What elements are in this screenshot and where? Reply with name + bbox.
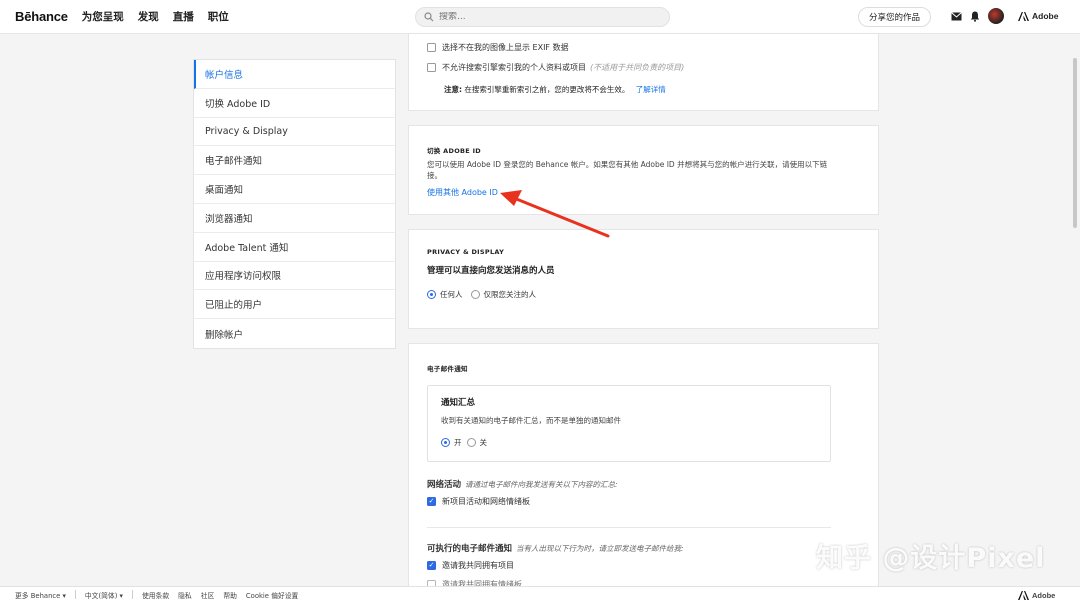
network-activity-option[interactable]: 新项目活动和网络情绪板 [427, 496, 530, 507]
top-navigation-bar: Bēhance 为您呈现 发现 直播 职位 分享您的作品 Adobe [0, 0, 1080, 34]
nav-livestream[interactable]: 直播 [173, 9, 194, 24]
account-privacy-card: 选择不在我的图像上显示 EXIF 数据 不允许搜索引擎索引我的个人资料或项目 (… [408, 33, 879, 111]
page-footer: 更多 Behance ▾ 中文(简体) ▾ 使用条款 隐私 社区 帮助 Cook… [0, 586, 1080, 602]
network-activity-hint: 请通过电子邮件向我发送有关以下内容的汇总: [465, 479, 618, 489]
switch-adobe-id-description: 您可以使用 Adobe ID 登录您的 Behance 帐户。如果您有其他 Ad… [427, 160, 828, 180]
network-activity-checkbox[interactable] [427, 497, 436, 506]
footer-help-link[interactable]: 帮助 [223, 590, 237, 600]
footer-cookie-link[interactable]: Cookie 偏好设置 [246, 590, 298, 600]
exif-option[interactable]: 选择不在我的图像上显示 EXIF 数据 [427, 42, 569, 53]
privacy-display-card: PRIVACY & DISPLAY 管理可以直接向您发送消息的人员 任何人 仅限… [408, 229, 879, 329]
digest-description: 收到有关通知的电子邮件汇总，而不是单独的通知邮件 [441, 416, 621, 425]
switch-adobe-id-title: 切换 ADOBE ID [427, 147, 481, 155]
adobe-label: Adobe [1032, 11, 1059, 21]
adobe-logo-icon [1018, 11, 1029, 21]
actionable-emails-row: 可执行的电子邮件通知 当有人出现以下行为时，请立即发送电子邮件给我: [427, 542, 684, 555]
sidebar-item-email-notifications[interactable]: 电子邮件通知 [194, 146, 395, 176]
radio-following-only[interactable] [470, 290, 480, 299]
sidebar-item-delete-account[interactable]: 删除帐户 [194, 319, 395, 348]
page-scrollbar[interactable] [1073, 58, 1077, 228]
sidebar-item-desktop-notifications[interactable]: 桌面通知 [194, 175, 395, 204]
zhihu-watermark: 知乎 @设计Pixel [816, 543, 1046, 574]
messaging-radio-group: 任何人 仅限您关注的人 [427, 289, 536, 300]
email-notifications-card: 电子邮件通知 通知汇总 收到有关通知的电子邮件汇总，而不是单独的通知邮件 开 关… [408, 343, 879, 593]
search-index-option[interactable]: 不允许搜索引擎索引我的个人资料或项目 (不适用于共同负责的项目) [427, 62, 684, 73]
sidebar-item-talent-notifications[interactable]: Adobe Talent 通知 [194, 233, 395, 262]
search-input[interactable] [439, 12, 639, 22]
sidebar-item-account-info[interactable]: 帐户信息 [194, 60, 395, 89]
behance-logo[interactable]: Bēhance [15, 9, 68, 24]
note-prefix: 注意: [444, 85, 462, 94]
note-text: 在搜索引擎重新索引之前，您的更改将不会生效。 [464, 85, 630, 94]
radio-anyone[interactable] [427, 290, 436, 299]
co-own-project-option[interactable]: 邀请我共同拥有项目 [427, 560, 514, 571]
adobe-link[interactable]: Adobe [1018, 11, 1058, 21]
radio-following-label: 仅限您关注的人 [483, 290, 537, 299]
actionable-emails-heading: 可执行的电子邮件通知 [427, 544, 513, 554]
sidebar-item-switch-adobe-id[interactable]: 切换 Adobe ID [194, 89, 395, 118]
digest-box: 通知汇总 收到有关通知的电子邮件汇总，而不是单独的通知邮件 开 关 [427, 385, 831, 462]
network-activity-heading: 网络活动 [427, 480, 462, 490]
nav-discover[interactable]: 发现 [138, 9, 159, 24]
footer-terms-link[interactable]: 使用条款 [142, 590, 169, 600]
search-index-hint: (不适用于共同负责的项目) [590, 63, 685, 72]
exif-checkbox[interactable] [427, 43, 436, 52]
use-other-adobe-id-link[interactable]: 使用其他 Adobe ID [427, 187, 498, 198]
adobe-footer-logo-icon [1018, 591, 1029, 600]
search-icon [424, 12, 434, 22]
search-index-checkbox[interactable] [427, 63, 436, 72]
main-nav: 为您呈现 发现 直播 职位 [82, 9, 229, 24]
email-notifications-title: 电子邮件通知 [427, 365, 468, 373]
co-own-project-label: 邀请我共同拥有项目 [442, 561, 514, 570]
radio-digest-on[interactable] [441, 438, 450, 447]
settings-sidebar: 帐户信息 切换 Adobe ID Privacy & Display 电子邮件通… [193, 59, 396, 349]
sidebar-item-blocked-users[interactable]: 已阻止的用户 [194, 290, 395, 320]
switch-adobe-id-card: 切换 ADOBE ID 您可以使用 Adobe ID 登录您的 Behance … [408, 125, 879, 215]
footer-privacy-link[interactable]: 隐私 [178, 590, 192, 600]
search-index-label: 不允许搜索引擎索引我的个人资料或项目 [442, 63, 586, 72]
mail-icon[interactable] [950, 10, 962, 22]
footer-language-select[interactable]: 中文(简体) ▾ [85, 590, 123, 600]
co-own-project-checkbox[interactable] [427, 561, 436, 570]
messaging-heading: 管理可以直接向您发送消息的人员 [427, 266, 555, 276]
network-activity-label: 新项目活动和网络情绪板 [442, 497, 530, 506]
digest-radio-group: 开 关 [441, 437, 487, 448]
annotation-arrow-icon [500, 190, 610, 238]
user-avatar[interactable] [988, 8, 1004, 24]
reindex-note: 注意: 在搜索引擎重新索引之前，您的更改将不会生效。 了解详情 [444, 84, 666, 95]
nav-for-you[interactable]: 为您呈现 [82, 9, 124, 24]
radio-digest-off-label: 关 [479, 438, 488, 447]
bell-icon[interactable] [969, 10, 981, 22]
share-work-button[interactable]: 分享您的作品 [858, 7, 932, 27]
sidebar-item-browser-notifications[interactable]: 浏览器通知 [194, 204, 395, 233]
radio-digest-on-label: 开 [454, 438, 462, 447]
learn-more-link[interactable]: 了解详情 [636, 85, 666, 94]
section-divider [427, 527, 831, 528]
network-activity-row: 网络活动 请通过电子邮件向我发送有关以下内容的汇总: [427, 478, 618, 491]
search-bar[interactable] [415, 7, 670, 27]
sidebar-item-privacy-display[interactable]: Privacy & Display [194, 118, 395, 147]
digest-heading: 通知汇总 [441, 398, 476, 408]
footer-adobe-label: Adobe [1032, 591, 1056, 600]
footer-more-behance[interactable]: 更多 Behance ▾ [15, 590, 66, 600]
footer-community-link[interactable]: 社区 [201, 590, 215, 600]
footer-adobe-link[interactable]: Adobe [1018, 591, 1055, 600]
exif-label: 选择不在我的图像上显示 EXIF 数据 [442, 43, 569, 52]
nav-jobs[interactable]: 职位 [208, 9, 229, 24]
radio-digest-off[interactable] [466, 438, 476, 447]
actionable-emails-hint: 当有人出现以下行为时，请立即发送电子邮件给我: [516, 543, 684, 553]
sidebar-item-app-access[interactable]: 应用程序访问权限 [194, 262, 395, 291]
privacy-display-title: PRIVACY & DISPLAY [427, 248, 505, 256]
radio-anyone-label: 任何人 [440, 290, 463, 299]
